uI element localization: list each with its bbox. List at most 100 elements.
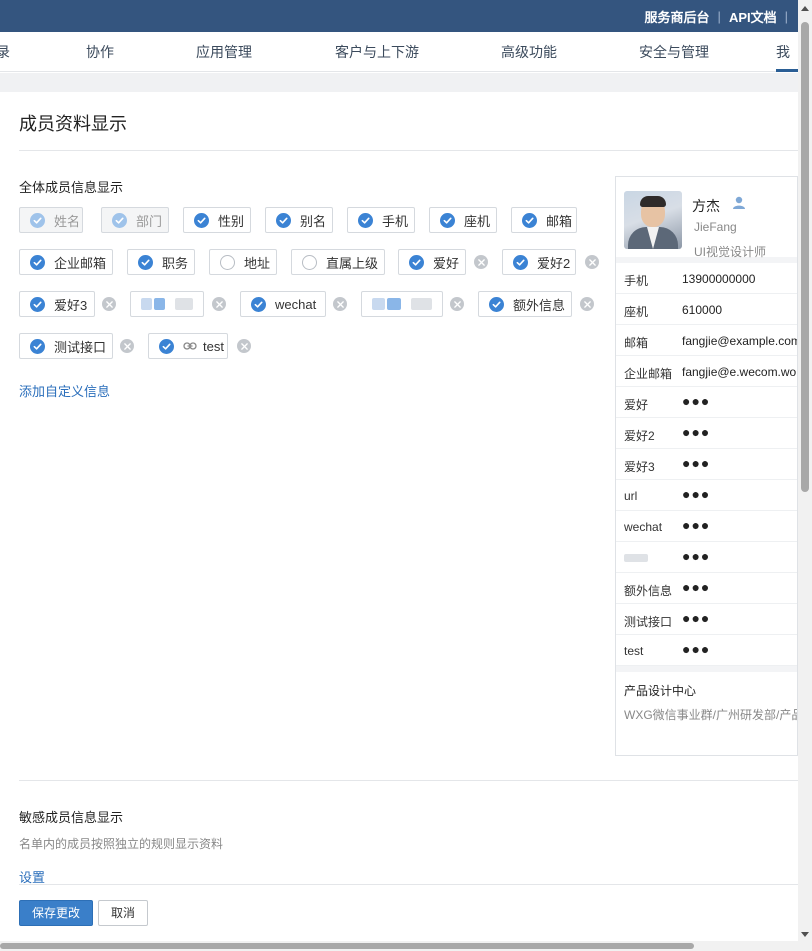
field-tag[interactable]: wechat	[240, 291, 326, 317]
field-tag[interactable]: 邮箱	[511, 207, 577, 233]
field-tag-label: 性别	[218, 213, 245, 229]
unchecked-icon[interactable]	[220, 254, 235, 270]
checkbox-checked-icon[interactable]	[358, 212, 373, 228]
cancel-button[interactable]: 取消	[98, 900, 148, 926]
remove-field-icon[interactable]	[450, 297, 464, 311]
top-bar: 服务商后台 | API文档 |	[0, 0, 812, 32]
remove-field-icon[interactable]	[120, 339, 134, 353]
checkbox-checked-icon[interactable]	[30, 212, 45, 228]
preview-row-key: 座机	[624, 305, 649, 319]
checkbox-checked-icon[interactable]	[522, 212, 537, 228]
scroll-down-icon[interactable]	[801, 932, 809, 937]
separator: |	[717, 8, 721, 24]
main-nav: 录 协作 应用管理 客户与上下游 高级功能 安全与管理 我	[0, 32, 798, 72]
preview-row: url ●●●	[616, 480, 797, 511]
nav-item-collaboration[interactable]: 协作	[86, 32, 114, 72]
preview-row-key: 额外信息	[624, 584, 673, 598]
scroll-thumb[interactable]	[0, 943, 694, 949]
vertical-scrollbar[interactable]	[798, 0, 812, 951]
divider	[19, 150, 798, 151]
nav-item-advanced[interactable]: 高级功能	[501, 32, 557, 72]
remove-field-icon[interactable]	[474, 255, 488, 269]
checkbox-checked-icon[interactable]	[194, 212, 209, 228]
checkbox-checked-icon[interactable]	[513, 254, 528, 270]
field-tag[interactable]: 额外信息	[478, 291, 572, 317]
checkbox-checked-icon[interactable]	[440, 212, 455, 228]
checkbox-checked-icon[interactable]	[30, 338, 45, 354]
field-tag[interactable]: 别名	[265, 207, 333, 233]
nav-item-security[interactable]: 安全与管理	[639, 32, 709, 72]
sensitive-section-desc: 名单内的成员按照独立的规则显示资料	[19, 837, 224, 851]
unchecked-icon[interactable]	[302, 254, 317, 270]
field-tag-label: 邮箱	[546, 213, 573, 229]
preview-row-value: ●●●	[682, 393, 711, 409]
preview-row-key: 测试接口	[624, 615, 673, 629]
preview-row: 爱好2 ●●●	[616, 418, 797, 449]
field-tag[interactable]: test	[148, 333, 228, 359]
preview-row-key: 爱好3	[624, 460, 655, 474]
checkbox-checked-icon[interactable]	[251, 296, 266, 312]
field-tag-label: 爱好	[433, 255, 460, 271]
field-tag[interactable]: 测试接口	[19, 333, 113, 359]
checkbox-checked-icon[interactable]	[489, 296, 504, 312]
remove-field-icon[interactable]	[333, 297, 347, 311]
content-top-strip	[0, 73, 798, 92]
checkbox-checked-icon[interactable]	[30, 296, 45, 312]
remove-field-icon[interactable]	[580, 297, 594, 311]
divider	[19, 780, 798, 781]
checkbox-checked-icon[interactable]	[159, 338, 174, 354]
preview-row-value: ●●●	[682, 641, 711, 657]
preview-row: 测试接口 ●●●	[616, 604, 797, 635]
field-tag[interactable]: 座机	[429, 207, 497, 233]
remove-field-icon[interactable]	[585, 255, 599, 269]
nav-item-app-management[interactable]: 应用管理	[196, 32, 252, 72]
field-tag-label: 测试接口	[54, 339, 107, 355]
field-tag[interactable]: 爱好3	[19, 291, 95, 317]
preview-header: 方杰 JieFang UI视觉设计师	[616, 177, 797, 263]
remove-field-icon[interactable]	[212, 297, 226, 311]
field-tag-label: 部门	[136, 213, 163, 229]
field-tag[interactable]: 爱好	[398, 249, 466, 275]
preview-row-value: ●●●	[682, 610, 711, 626]
person-icon	[732, 196, 746, 213]
checkbox-checked-icon[interactable]	[276, 212, 291, 228]
divider	[19, 884, 798, 885]
save-button[interactable]: 保存更改	[19, 900, 93, 926]
add-custom-info-link[interactable]: 添加自定义信息	[19, 381, 110, 400]
provider-backend-link[interactable]: 服务商后台	[645, 7, 710, 26]
field-tag[interactable]: 企业邮箱	[19, 249, 113, 275]
preview-row-value: fangjie@e.wecom.work	[682, 365, 798, 379]
checkbox-checked-icon[interactable]	[112, 212, 127, 228]
field-tag[interactable]: 直属上级	[291, 249, 385, 275]
preview-row-key: 爱好2	[624, 429, 655, 443]
field-tag[interactable]: 姓名	[19, 207, 83, 233]
preview-card: 方杰 JieFang UI视觉设计师 手机 13900000000 座机 610000…	[615, 176, 798, 756]
preview-row: wechat ●●●	[616, 511, 797, 542]
field-tag[interactable]: 爱好2	[502, 249, 576, 275]
checkbox-checked-icon[interactable]	[30, 254, 45, 270]
scroll-thumb[interactable]	[801, 22, 809, 492]
field-tag[interactable]: 部门	[101, 207, 169, 233]
nav-item-my-company[interactable]: 我	[776, 32, 798, 72]
preview-row: 爱好3 ●●●	[616, 449, 797, 480]
field-tag[interactable]	[361, 291, 443, 317]
api-docs-link[interactable]: API文档	[729, 7, 777, 26]
preview-row-key: test	[624, 644, 644, 658]
checkbox-checked-icon[interactable]	[138, 254, 153, 270]
field-tag[interactable]: 职务	[127, 249, 195, 275]
scroll-up-icon[interactable]	[801, 6, 809, 11]
field-tag[interactable]: 性别	[183, 207, 251, 233]
field-tag-label: 姓名	[54, 213, 81, 229]
field-tag[interactable]	[130, 291, 204, 317]
preview-row-key	[624, 551, 648, 565]
field-tag[interactable]: 地址	[209, 249, 277, 275]
field-tag-label: wechat	[275, 296, 317, 312]
nav-item-directory[interactable]: 录	[0, 32, 10, 72]
checkbox-checked-icon[interactable]	[409, 254, 424, 270]
field-tag-label: 职务	[162, 255, 189, 271]
remove-field-icon[interactable]	[102, 297, 116, 311]
remove-field-icon[interactable]	[237, 339, 251, 353]
field-tag[interactable]: 手机	[347, 207, 415, 233]
horizontal-scrollbar[interactable]	[0, 941, 798, 951]
nav-item-customers[interactable]: 客户与上下游	[335, 32, 419, 72]
